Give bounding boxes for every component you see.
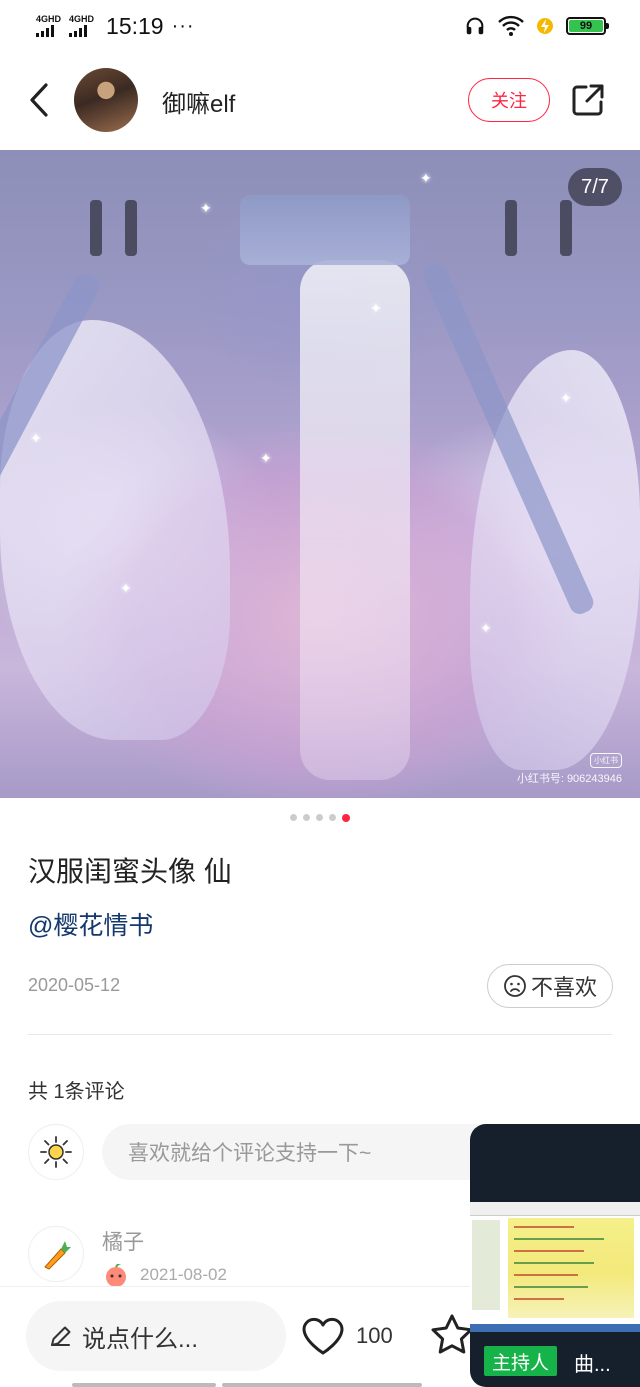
decor [300,260,410,780]
share-icon [572,84,604,116]
pager-dot [329,814,336,821]
watermark-text: 小红书号: 906243946 [516,773,622,785]
decor [90,200,102,256]
sparkle-icon: ✦ [260,450,272,466]
sparkle-icon: ✦ [480,620,492,636]
like-button[interactable]: 100 [300,1311,393,1361]
decor [505,200,517,256]
pencil-icon [51,1326,71,1346]
decor [508,1218,634,1318]
image-pager-dots [0,814,640,822]
status-more-icon: ··· [171,14,195,37]
commenter-avatar[interactable] [28,1226,84,1282]
say-placeholder: 说点什么... [82,1325,199,1353]
decor [472,1220,500,1310]
say-something-input[interactable]: 说点什么... [26,1301,286,1371]
heart-icon [302,1317,344,1355]
comment-input[interactable]: 喜欢就给个评论支持一下~ [102,1124,522,1180]
decor [125,200,137,256]
collect-button[interactable] [428,1311,476,1359]
pager-dot [342,814,350,822]
network-type-2: 4GHD [69,14,95,24]
decor [560,200,572,256]
chevron-left-icon [30,83,48,117]
host-name: 曲... [574,1354,611,1376]
sparkle-icon: ✦ [30,430,42,446]
battery-level: 99 [569,20,603,32]
signal-icon: 4GHD [36,15,61,37]
carrot-icon [44,1241,71,1270]
note-date: 2020-05-12 [28,975,121,995]
commenter-name[interactable]: 橘子 [102,1226,144,1256]
home-indicator [222,1383,422,1387]
floating-live-window[interactable]: 主持人 曲... [470,1124,640,1387]
like-count: 100 [356,1323,393,1348]
image-page-counter: 7/7 [568,168,622,206]
watermark-logo: 小红书 [590,753,622,768]
live-screen-preview [470,1202,640,1332]
star-icon [431,1314,473,1354]
network-type: 4GHD [36,14,62,24]
note-title: 汉服闺蜜头像 仙 [28,856,232,887]
pager-dot [290,814,297,821]
back-button[interactable] [22,80,56,120]
pager-dot [316,814,323,821]
divider [28,1034,612,1035]
decor [470,1324,640,1332]
sparkle-icon: ✦ [370,300,382,316]
host-tag: 主持人 [484,1346,558,1376]
status-time: 15:19 [106,12,164,39]
comment-count: 共 1条评论 [28,1081,125,1103]
dislike-button[interactable]: 不喜欢 [487,964,613,1008]
home-indicator [72,1383,216,1387]
sparkle-icon: ✦ [200,200,212,216]
author-name[interactable]: 御嘛elf [162,84,235,119]
signal-icon-2: 4GHD [69,15,94,37]
headphones-icon [466,17,484,35]
decor [470,1202,640,1216]
dislike-label: 不喜欢 [530,975,597,1000]
sparkle-icon: ✦ [560,390,572,406]
wifi-icon [498,15,524,36]
sun-icon [40,1136,72,1168]
sad-face-icon [504,975,526,997]
decor [240,195,410,265]
watermark: 小红书 小红书号: 906243946 [517,753,622,786]
comment-meta: 2021-08-02 [102,1264,227,1286]
sparkle-icon: ✦ [120,580,132,596]
peach-sticker-icon [106,1264,126,1286]
my-avatar [28,1124,84,1180]
comment-date: 2021-08-02 [140,1265,227,1284]
battery-icon: 99 [566,17,609,35]
sparkle-icon: ✦ [420,170,432,186]
note-image[interactable]: ✦ ✦ ✦ ✦ ✦ ✦ ✦ ✦ 7/7 小红书 小红书号: 906243946 [0,150,640,798]
mention-link[interactable]: @樱花情书 [28,906,153,942]
note-header: 御嘛elf 关注 [0,60,640,140]
share-button[interactable] [566,78,610,122]
pager-dot [303,814,310,821]
author-avatar[interactable] [74,68,138,132]
follow-button[interactable]: 关注 [468,78,550,122]
charging-icon [537,18,553,34]
status-bar: 4GHD 4GHD 15:19 ··· 99 [0,0,640,52]
